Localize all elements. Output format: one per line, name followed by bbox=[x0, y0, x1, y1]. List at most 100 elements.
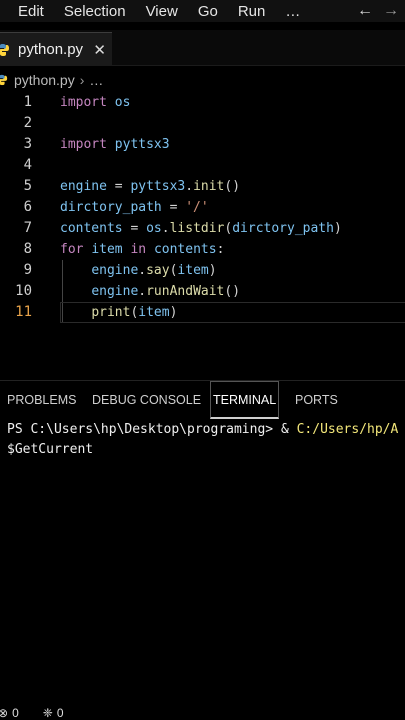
code-line[interactable]: 4 bbox=[0, 155, 405, 176]
line-code: import pyttsx3 bbox=[60, 134, 170, 155]
code-editor[interactable]: 1 import os 2 3 import pyttsx3 4 5 engine = pyt… bbox=[0, 92, 405, 377]
terminal[interactable]: PS C:\Users\hp\Desktop\programing> & C:/… bbox=[0, 420, 405, 700]
broadcast-icon: ❈ bbox=[42, 706, 53, 720]
arrow-left-icon[interactable]: ← bbox=[357, 2, 373, 20]
terminal-path: C:/Users/hp/A bbox=[296, 422, 399, 437]
code-token: dirctory_path bbox=[60, 200, 162, 215]
code-token: item bbox=[138, 305, 170, 320]
error-icon: ⊗ bbox=[0, 706, 9, 720]
code-token: () bbox=[224, 284, 241, 299]
arrow-right-icon[interactable]: → bbox=[383, 2, 399, 20]
code-token: ) bbox=[333, 221, 342, 236]
line-code: engine.runAndWait() bbox=[60, 281, 240, 302]
python-file-icon bbox=[0, 43, 9, 56]
code-token: in bbox=[130, 242, 147, 257]
code-token: ) bbox=[169, 305, 178, 320]
code-token: pyttsx3 bbox=[130, 179, 186, 194]
breadcrumb-separator: › bbox=[79, 72, 85, 88]
line-number: 10 bbox=[15, 283, 32, 299]
code-token: contents bbox=[153, 242, 217, 257]
code-line[interactable]: 8 for item in contents: bbox=[0, 239, 405, 260]
code-token: () bbox=[224, 179, 241, 194]
code-token: os bbox=[114, 95, 131, 110]
code-line[interactable]: 11 print(item) bbox=[0, 302, 405, 323]
line-code: engine = pyttsx3.init() bbox=[60, 176, 240, 197]
code-line[interactable]: 2 bbox=[0, 113, 405, 134]
code-line[interactable]: 6 dirctory_path = '/' bbox=[0, 197, 405, 218]
code-token: engine bbox=[60, 179, 107, 194]
tab-ports[interactable]: PORTS bbox=[295, 381, 338, 419]
menu-run[interactable]: Run bbox=[238, 3, 266, 20]
python-file-icon bbox=[0, 74, 8, 86]
ports-indicator[interactable]: ❈ 0 bbox=[43, 706, 64, 720]
menu-more[interactable]: … bbox=[285, 3, 300, 20]
line-code: dirctory_path = '/' bbox=[60, 197, 209, 218]
menu-edit[interactable]: Edit bbox=[18, 3, 44, 20]
line-number: 8 bbox=[23, 241, 32, 257]
code-token: ) bbox=[208, 263, 217, 278]
code-line[interactable]: 7 contents = os.listdir(dirctory_path) bbox=[0, 218, 405, 239]
line-number: 2 bbox=[23, 115, 32, 131]
tab-terminal[interactable]: TERMINAL bbox=[210, 381, 280, 419]
code-token: '/' bbox=[185, 200, 209, 215]
menu-selection[interactable]: Selection bbox=[64, 3, 126, 20]
code-line[interactable]: 3 import pyttsx3 bbox=[0, 134, 405, 155]
code-line[interactable]: 10 engine.runAndWait() bbox=[0, 281, 405, 302]
tab-problems[interactable]: PROBLEMS bbox=[7, 381, 76, 419]
error-count: 0 bbox=[12, 706, 19, 720]
line-number: 1 bbox=[23, 94, 32, 110]
code-token: runAndWait bbox=[146, 284, 225, 299]
line-code: print(item) bbox=[60, 302, 177, 323]
code-line[interactable]: 1 import os bbox=[0, 92, 405, 113]
breadcrumb-more[interactable]: … bbox=[89, 72, 103, 88]
code-token: : bbox=[216, 242, 225, 257]
tab-label: python.py bbox=[18, 41, 84, 58]
breadcrumb: python.py › … bbox=[0, 70, 405, 90]
menu-view[interactable]: View bbox=[146, 3, 178, 20]
menu-go[interactable]: Go bbox=[198, 3, 218, 20]
line-number: 4 bbox=[23, 157, 32, 173]
tab-debug-console[interactable]: DEBUG CONSOLE bbox=[92, 381, 201, 419]
code-token: . bbox=[138, 263, 147, 278]
code-token: contents bbox=[60, 221, 123, 236]
code-token: = bbox=[161, 200, 186, 215]
tab-python-py[interactable]: python.py ✕ bbox=[0, 32, 112, 66]
code-token: . bbox=[185, 179, 194, 194]
code-token: . bbox=[138, 284, 147, 299]
terminal-line-2: $GetCurrent bbox=[7, 442, 94, 457]
panel-tab-bar: PROBLEMS DEBUG CONSOLE TERMINAL PORTS bbox=[0, 380, 405, 419]
code-token: item bbox=[91, 242, 123, 257]
code-line[interactable]: 9 engine.say(item) bbox=[0, 260, 405, 281]
editor-tab-bar: python.py ✕ bbox=[0, 30, 405, 66]
errors-indicator[interactable]: ⊗ 0 bbox=[0, 706, 19, 720]
code-token: import bbox=[60, 137, 107, 152]
ports-count: 0 bbox=[56, 706, 64, 720]
line-number: 7 bbox=[23, 220, 32, 236]
code-token: init bbox=[193, 179, 225, 194]
code-token: os bbox=[146, 221, 162, 236]
code-token: print bbox=[91, 305, 131, 320]
navigation-controls: ← → bbox=[357, 0, 405, 22]
code-token: engine bbox=[91, 284, 139, 299]
code-token: . bbox=[161, 221, 170, 236]
code-token: pyttsx3 bbox=[114, 137, 170, 152]
line-number: 6 bbox=[23, 199, 32, 215]
code-token: for bbox=[60, 242, 84, 257]
line-number: 5 bbox=[23, 178, 32, 194]
line-code: engine.say(item) bbox=[60, 260, 217, 281]
code-token: dirctory_path bbox=[232, 221, 334, 236]
menu-bar: Edit Selection View Go Run … ← → bbox=[0, 0, 405, 22]
line-code: for item in contents: bbox=[60, 239, 224, 260]
code-token: = bbox=[106, 179, 131, 194]
code-token: engine bbox=[91, 263, 139, 278]
line-number: 3 bbox=[23, 136, 32, 152]
close-icon[interactable]: ✕ bbox=[93, 41, 106, 59]
code-token: listdir bbox=[169, 221, 225, 236]
breadcrumb-file[interactable]: python.py bbox=[14, 72, 75, 88]
code-line[interactable]: 5 engine = pyttsx3.init() bbox=[0, 176, 405, 197]
